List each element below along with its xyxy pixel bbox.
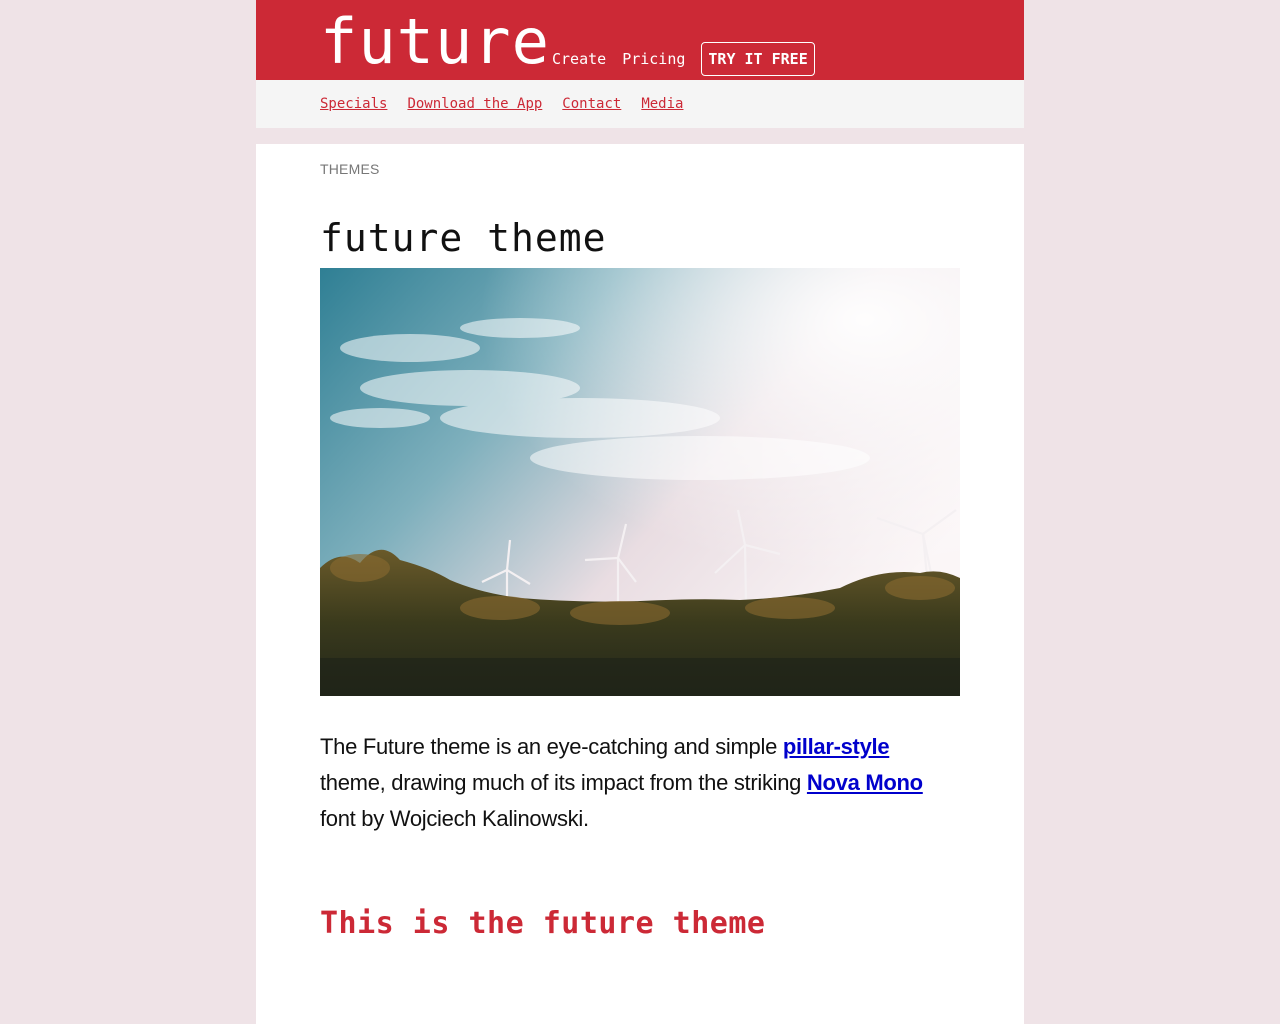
- subnav-link-specials[interactable]: Specials: [320, 96, 387, 112]
- main-nav: Create Pricing TRY IT FREE: [552, 42, 815, 76]
- page-title: future theme: [320, 216, 607, 260]
- secondary-nav-item: Contact: [562, 95, 621, 113]
- section-heading: This is the future theme: [320, 906, 766, 941]
- intro-text-middle: theme, drawing much of its impact from t…: [320, 770, 807, 795]
- secondary-nav-item: Download the App: [407, 95, 542, 113]
- breadcrumb[interactable]: THEMES: [320, 161, 380, 177]
- page-wrapper: future Create Pricing TRY IT FREE Specia…: [256, 0, 1024, 1024]
- subnav-link-download-app[interactable]: Download the App: [407, 96, 542, 112]
- hero-image: [320, 268, 960, 696]
- nova-mono-link[interactable]: Nova Mono: [807, 770, 923, 795]
- nav-link-create[interactable]: Create: [552, 50, 606, 68]
- pillar-style-link[interactable]: pillar-style: [783, 734, 890, 759]
- secondary-nav-list: Specials Download the App Contact Media: [320, 95, 683, 113]
- subnav-link-media[interactable]: Media: [641, 96, 683, 112]
- nav-link-pricing[interactable]: Pricing: [622, 50, 685, 68]
- secondary-nav-item: Specials: [320, 95, 387, 113]
- subnav-link-contact[interactable]: Contact: [562, 96, 621, 112]
- intro-paragraph: The Future theme is an eye-catching and …: [320, 729, 960, 837]
- secondary-nav-item: Media: [641, 95, 683, 113]
- site-logo[interactable]: future: [320, 2, 550, 82]
- secondary-nav: Specials Download the App Contact Media: [256, 80, 1024, 128]
- try-it-free-button[interactable]: TRY IT FREE: [701, 42, 815, 76]
- intro-text-before: The Future theme is an eye-catching and …: [320, 734, 783, 759]
- main-content: THEMES future theme The Future theme is …: [256, 144, 1024, 1024]
- intro-text-after: font by Wojciech Kalinowski.: [320, 806, 589, 831]
- masthead: future Create Pricing TRY IT FREE: [256, 0, 1024, 80]
